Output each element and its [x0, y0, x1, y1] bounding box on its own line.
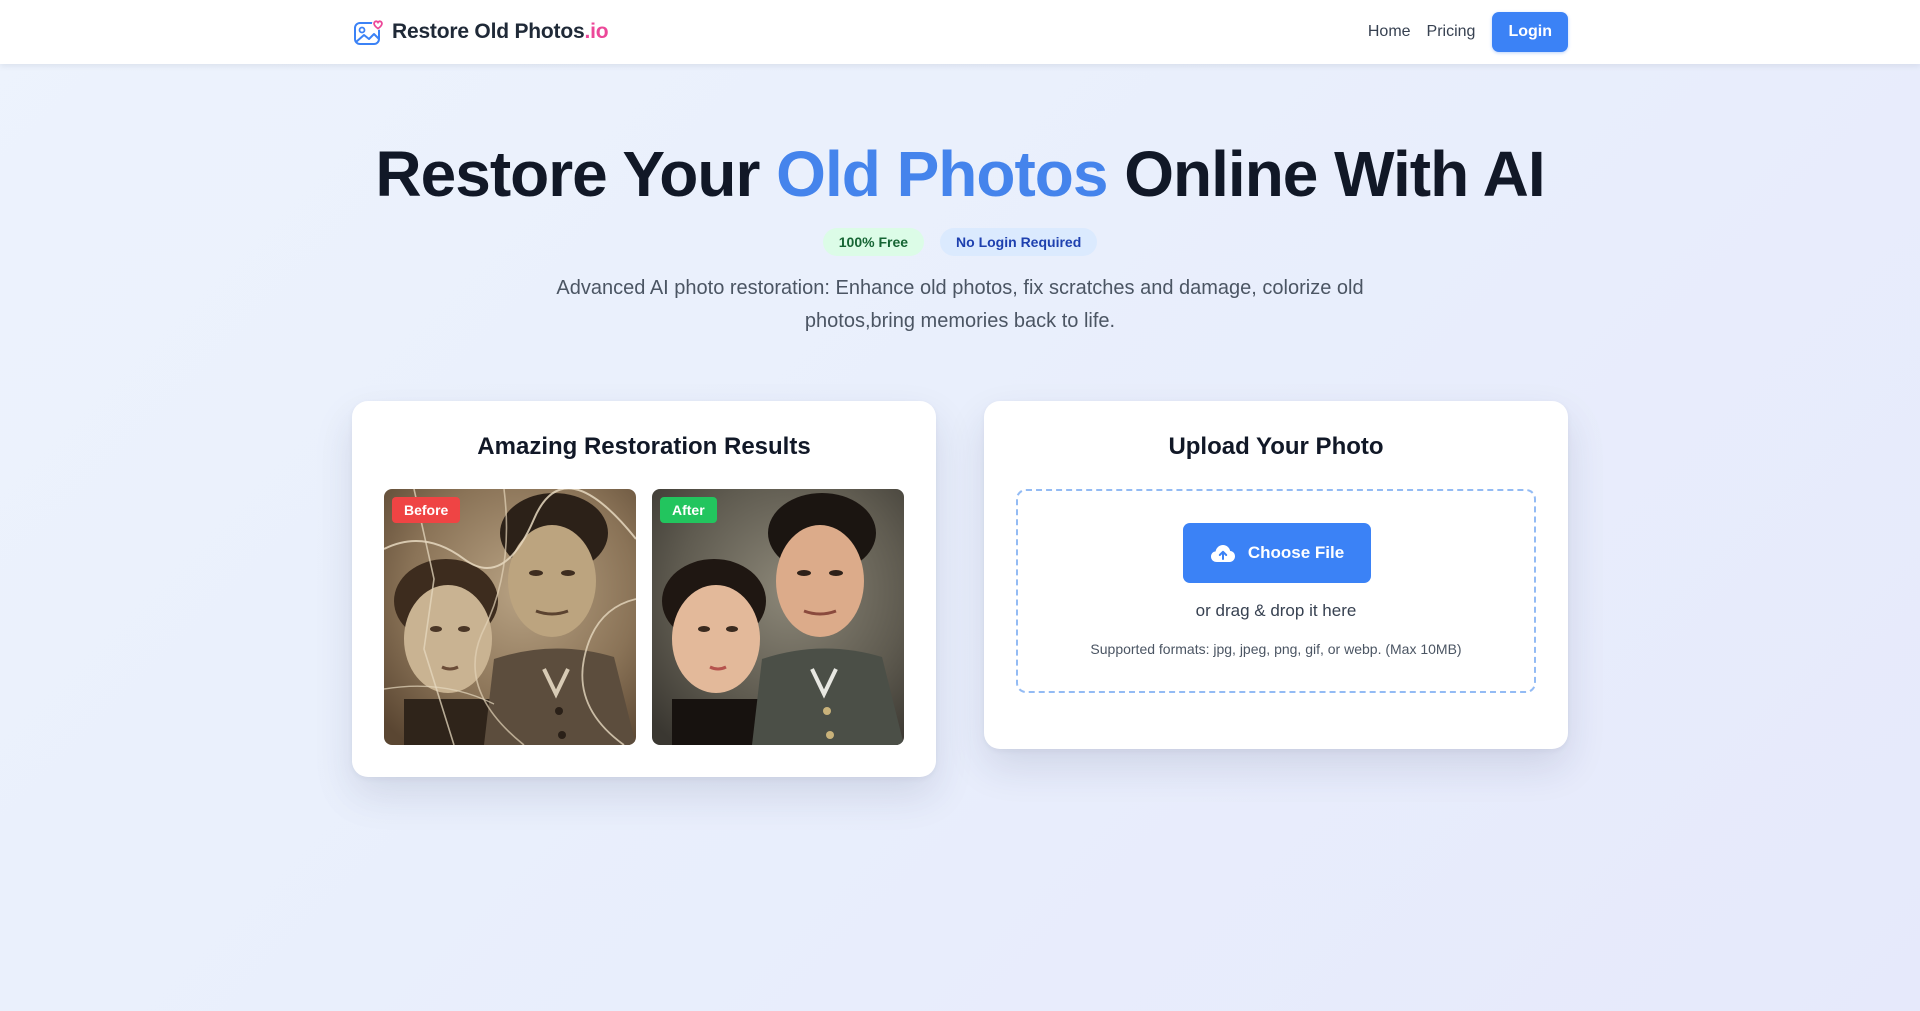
photo-heart-logo-icon — [354, 18, 384, 45]
choose-file-button[interactable]: Choose File — [1183, 523, 1371, 583]
brand-link[interactable]: Restore Old Photos.io — [352, 16, 609, 48]
no-login-badge: No Login Required — [940, 228, 1098, 256]
hero-badges: 100% Free No Login Required — [0, 228, 1920, 256]
before-photo-image — [384, 489, 636, 745]
nav-home-link[interactable]: Home — [1368, 23, 1411, 41]
upload-card: Upload Your Photo Choose File or drag & … — [984, 401, 1568, 749]
hero-title-part2: Online With AI — [1107, 138, 1545, 210]
after-photo: After — [652, 489, 904, 745]
main-nav: Home Pricing Login — [1368, 12, 1568, 52]
before-photo: Before — [384, 489, 636, 745]
hero-title-part1: Restore Your — [375, 138, 777, 210]
after-photo-image — [652, 489, 904, 745]
hero-subtitle: Advanced AI photo restoration: Enhance o… — [556, 277, 1364, 332]
navbar-content: Restore Old Photos.io Home Pricing Login — [352, 0, 1568, 64]
login-button[interactable]: Login — [1492, 12, 1568, 52]
brand-suffix: .io — [584, 20, 609, 43]
free-badge: 100% Free — [822, 228, 925, 256]
nav-pricing-link[interactable]: Pricing — [1427, 23, 1476, 41]
hero-title-accent: Old Photos — [776, 138, 1108, 210]
top-navbar: Restore Old Photos.io Home Pricing Login — [0, 0, 1920, 64]
cloud-upload-icon — [1210, 545, 1235, 562]
upload-dropzone[interactable]: Choose File or drag & drop it here Suppo… — [1016, 489, 1536, 693]
before-tag: Before — [392, 497, 461, 523]
upload-title: Upload Your Photo — [1168, 433, 1384, 460]
restoration-results-card: Amazing Restoration Results Before After — [352, 401, 936, 777]
choose-file-label: Choose File — [1247, 543, 1345, 562]
results-title: Amazing Restoration Results — [477, 433, 811, 460]
drag-drop-text: or drag & drop it here — [1195, 601, 1357, 620]
brand-name: Restore Old Photos.io — [392, 20, 609, 43]
supported-formats-text: Supported formats: jpg, jpeg, png, gif, … — [1090, 641, 1462, 657]
after-tag: After — [660, 497, 717, 523]
hero-title: Restore Your Old Photos Online With AI — [0, 134, 1920, 214]
